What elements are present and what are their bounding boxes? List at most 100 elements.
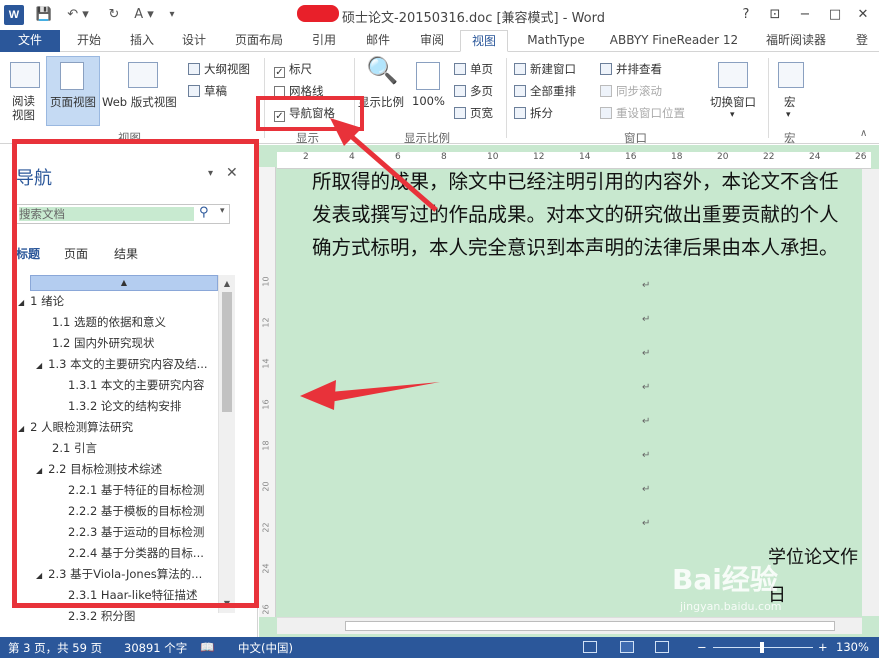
nav-tab-results[interactable]: 结果 <box>114 245 138 262</box>
zoom-level[interactable]: 130% <box>836 640 869 654</box>
document-vertical-scrollbar[interactable] <box>862 169 879 616</box>
nav-pane-options-icon[interactable]: ▾ <box>208 168 213 179</box>
document-horizontal-scrollbar[interactable] <box>277 617 862 634</box>
tab-mathtype[interactable]: MathType <box>516 30 596 52</box>
nav-heading-item[interactable]: 1.2 国内外研究现状 <box>52 333 154 353</box>
doc-text-line[interactable]: 发表或撰写过的作品成果。对本文的研究做出重要贡献的个人 <box>312 198 839 227</box>
doc-text-line[interactable]: 所取得的成果，除文中已经注明引用的内容外，本论文不含任 <box>312 165 839 194</box>
scroll-up-icon[interactable]: ▲ <box>219 277 235 291</box>
ribbon-display-icon[interactable]: ⊡ <box>764 6 786 24</box>
maximize-button[interactable]: □ <box>824 6 846 24</box>
page-width-button[interactable]: 页宽 <box>454 104 493 122</box>
doc-hscroll-thumb[interactable] <box>345 621 835 631</box>
language[interactable]: 中文(中国) <box>238 640 293 656</box>
nav-heading-item[interactable]: 2.3.2 积分图 <box>68 606 135 626</box>
minimize-button[interactable]: − <box>794 6 816 24</box>
zoom-slider-thumb[interactable] <box>760 642 764 653</box>
expand-triangle-icon[interactable]: ◢ <box>36 571 42 580</box>
macros-button[interactable]: 宏 <box>784 94 796 110</box>
zoom-out-button[interactable]: − <box>697 640 707 654</box>
nav-heading-item[interactable]: 2.2.2 基于模板的目标检测 <box>68 501 204 521</box>
nav-heading-item[interactable]: ◢ 2.3 基于Viola-Jones算法的... <box>36 564 202 584</box>
draft-view-button[interactable]: 草稿 <box>188 82 227 100</box>
nav-pane-close-icon[interactable]: ✕ <box>226 165 238 181</box>
scroll-to-top-bar[interactable]: ▲ <box>30 275 218 291</box>
word-app-icon[interactable]: W <box>4 5 24 25</box>
arrange-all-button[interactable]: 全部重排 <box>514 82 576 100</box>
nav-heading-item[interactable]: ◢ 2 人眼检测算法研究 <box>18 417 133 437</box>
nav-scrollbar[interactable]: ▲ ▼ <box>218 275 235 613</box>
nav-heading-item[interactable]: ◢ 2.2 目标检测技术综述 <box>36 459 162 479</box>
tab-design[interactable]: 设计 <box>172 30 216 52</box>
one-page-button[interactable]: 单页 <box>454 60 493 78</box>
tab-foxit[interactable]: 福昕阅读器 <box>754 30 838 52</box>
new-window-button[interactable]: 新建窗口 <box>514 60 576 78</box>
gridlines-checkbox[interactable]: 网格线 <box>274 82 324 100</box>
vertical-ruler[interactable]: 10121416182022242628 <box>259 167 276 656</box>
nav-heading-item[interactable]: ◢ 1.3 本文的主要研究内容及结... <box>36 354 208 374</box>
nav-heading-item[interactable]: 2.2.4 基于分类器的目标... <box>68 543 204 563</box>
switch-windows-dropdown-icon[interactable]: ▾ <box>730 110 735 120</box>
read-mode-button[interactable]: 阅读 视图 <box>12 94 35 122</box>
nav-heading-item[interactable]: ◢ 1 绪论 <box>18 291 64 311</box>
search-dropdown-icon[interactable]: ▾ <box>220 206 225 216</box>
nav-tab-headings[interactable]: 标题 <box>16 245 40 262</box>
nav-heading-item[interactable]: 1.3.1 本文的主要研究内容 <box>68 375 204 395</box>
expand-triangle-icon[interactable]: ◢ <box>36 466 42 475</box>
expand-triangle-icon[interactable]: ◢ <box>18 424 24 433</box>
zoom-100-button[interactable]: 100% <box>412 94 445 108</box>
sync-scroll-button[interactable]: 同步滚动 <box>600 82 662 100</box>
web-layout-status-icon[interactable] <box>655 641 669 653</box>
search-icon[interactable]: ⚲ <box>199 205 209 220</box>
macros-dropdown-icon[interactable]: ▾ <box>786 110 791 120</box>
expand-triangle-icon[interactable]: ◢ <box>36 361 42 370</box>
page-count[interactable]: 第 3 页，共 59 页 <box>8 640 102 656</box>
web-layout-button[interactable]: Web 版式视图 <box>102 94 177 110</box>
nav-heading-item[interactable]: 2.2.3 基于运动的目标检测 <box>68 522 204 542</box>
tab-layout[interactable]: 页面布局 <box>226 30 292 52</box>
proofing-icon[interactable]: 📖 <box>200 640 214 654</box>
nav-scroll-thumb[interactable] <box>222 292 232 412</box>
ruler-checkbox[interactable]: ✓ 标尺 <box>274 60 312 78</box>
navigation-pane-checkbox[interactable]: ✓ 导航窗格 <box>274 104 335 122</box>
zoom-button[interactable]: 显示比例 <box>358 94 404 110</box>
collapse-ribbon-icon[interactable]: ∧ <box>860 128 867 139</box>
doc-text-line[interactable]: 确方式标明，本人完全意识到本声明的法律后果由本人承担。 <box>312 231 839 260</box>
nav-heading-item[interactable]: 2.1 引言 <box>52 438 97 458</box>
tab-file[interactable]: 文件 <box>0 30 60 52</box>
tab-insert[interactable]: 插入 <box>120 30 164 52</box>
undo-icon[interactable]: ↶ ▾ <box>62 6 94 24</box>
tab-home[interactable]: 开始 <box>66 30 112 52</box>
help-button[interactable]: ? <box>736 6 756 24</box>
zoom-in-button[interactable]: + <box>818 640 828 654</box>
print-layout-status-icon[interactable] <box>620 641 634 653</box>
nav-heading-item[interactable]: 1.3.2 论文的结构安排 <box>68 396 181 416</box>
print-layout-button[interactable]: 页面视图 <box>50 94 96 110</box>
word-count[interactable]: 30891 个字 <box>124 640 187 656</box>
expand-triangle-icon[interactable]: ◢ <box>18 298 24 307</box>
scroll-down-icon[interactable]: ▼ <box>219 597 235 611</box>
tab-references[interactable]: 引用 <box>302 30 346 52</box>
read-mode-status-icon[interactable] <box>583 641 597 653</box>
outline-view-button[interactable]: 大纲视图 <box>188 60 250 78</box>
nav-heading-item[interactable]: 1.1 选题的依据和意义 <box>52 312 166 332</box>
nav-heading-item[interactable]: 2.2.1 基于特征的目标检测 <box>68 480 204 500</box>
reset-window-position-button[interactable]: 重设窗口位置 <box>600 104 685 122</box>
close-button[interactable]: ✕ <box>852 6 874 24</box>
redo-icon[interactable]: ↻ <box>104 6 124 24</box>
tab-mailings[interactable]: 邮件 <box>356 30 400 52</box>
multiple-pages-button[interactable]: 多页 <box>454 82 493 100</box>
nav-tab-pages[interactable]: 页面 <box>64 245 88 262</box>
spelling-icon[interactable]: A ▾ <box>130 6 158 24</box>
save-icon[interactable]: 💾 <box>34 6 54 24</box>
tab-abbyy[interactable]: ABBYY FineReader 12 <box>604 30 744 52</box>
doc-text-signature[interactable]: 学位论文作 <box>768 543 858 569</box>
split-button[interactable]: 拆分 <box>514 104 553 122</box>
nav-heading-item[interactable]: 2.3.1 Haar-like特征描述 <box>68 585 198 605</box>
side-by-side-button[interactable]: 并排查看 <box>600 60 662 78</box>
tab-view[interactable]: 视图 <box>460 30 508 52</box>
tab-review[interactable]: 审阅 <box>410 30 454 52</box>
nav-search-input[interactable]: 搜索文档 ⚲ ▾ <box>16 204 230 224</box>
tab-signin[interactable]: 登 <box>848 30 876 52</box>
switch-windows-button[interactable]: 切换窗口 <box>710 94 756 110</box>
